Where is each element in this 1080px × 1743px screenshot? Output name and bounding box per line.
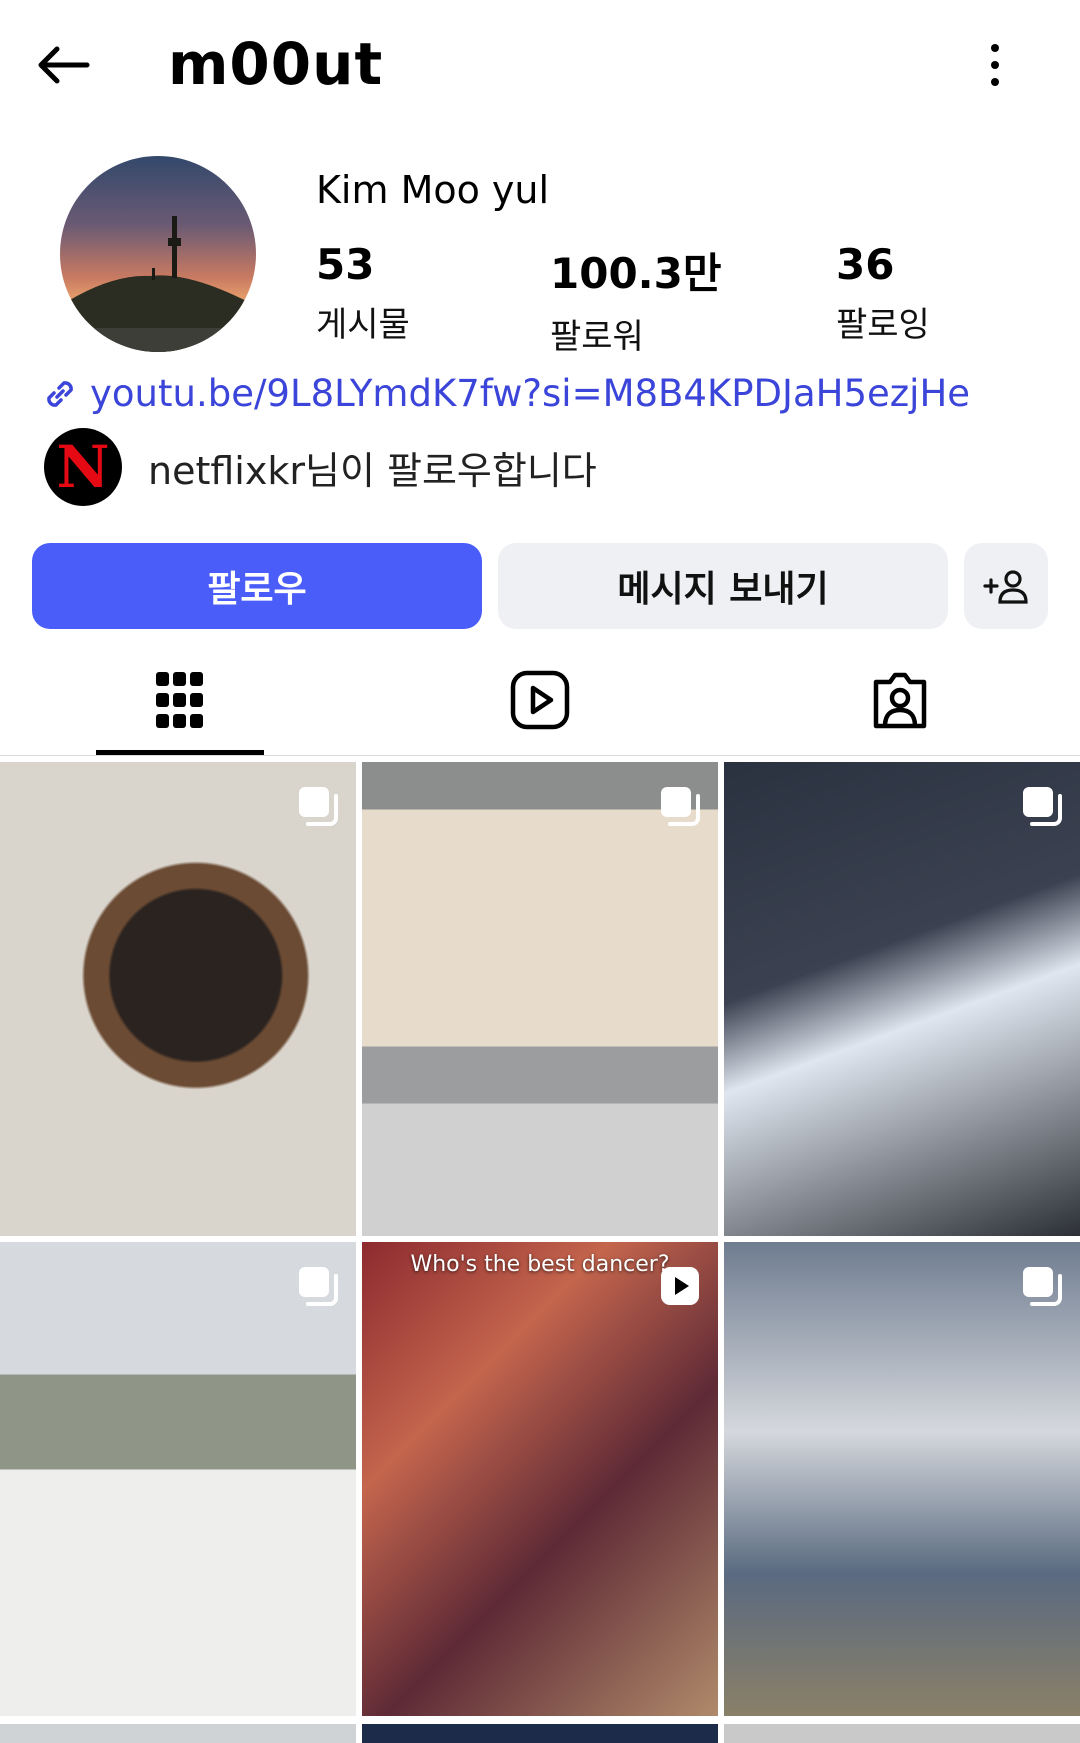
carousel-icon	[299, 787, 338, 826]
back-arrow-icon	[38, 46, 90, 84]
stat-followers-label: 팔로워	[550, 317, 644, 357]
back-button[interactable]	[30, 38, 96, 92]
post-tile[interactable]	[724, 1242, 1080, 1716]
avatar-image	[60, 216, 256, 352]
post-tile[interactable]	[362, 762, 718, 1236]
add-person-icon	[983, 570, 1028, 604]
link-icon	[47, 380, 73, 407]
tagged-icon	[873, 672, 927, 729]
follow-button[interactable]: 팔로우	[32, 543, 482, 629]
post-tile[interactable]	[0, 762, 356, 1236]
stat-posts[interactable]: 53 게시물	[316, 240, 410, 346]
stat-posts-label: 게시물	[316, 305, 410, 345]
stat-followers[interactable]: 100.3만 팔로워	[550, 240, 722, 358]
netflix-logo-icon: N	[56, 433, 110, 501]
suggested-users-button[interactable]	[964, 543, 1048, 629]
mutual-follower-suffix: 님이 팔로우합니다	[304, 448, 597, 493]
top-bar: m00ut	[0, 0, 1080, 130]
stat-following-count: 36	[836, 240, 895, 289]
profile-username: m00ut	[168, 30, 384, 98]
post-tile[interactable]	[724, 762, 1080, 1236]
grid-icon	[156, 672, 203, 728]
mutual-followers[interactable]: N netflixkr님이 팔로우합니다	[44, 428, 597, 506]
carousel-icon	[1023, 787, 1062, 826]
post-tile-partial[interactable]	[724, 1724, 1080, 1743]
active-tab-indicator	[96, 750, 264, 755]
posts-grid: Who's the best dancer?	[0, 762, 1080, 1743]
bio-link[interactable]: youtu.be/9L8LYmdK7fw?si=M8B4KPDJaH5ezjHe	[40, 372, 970, 415]
more-dots-icon	[991, 44, 999, 52]
carousel-icon	[1023, 1267, 1062, 1306]
stat-posts-count: 53	[316, 240, 375, 289]
post-tile-partial[interactable]	[362, 1724, 718, 1743]
profile-tabs	[0, 650, 1080, 756]
reel-icon	[661, 1267, 699, 1305]
bio-link-text: youtu.be/9L8LYmdK7fw?si=M8B4KPDJaH5ezjHe	[90, 372, 971, 415]
stat-following[interactable]: 36 팔로잉	[836, 240, 930, 346]
carousel-icon	[299, 1267, 338, 1306]
mutual-follower-name: netflixkr	[148, 448, 305, 493]
tab-tagged[interactable]	[850, 660, 950, 740]
profile-full-name: Kim Moo yul	[316, 168, 550, 212]
more-dot	[991, 61, 999, 69]
more-options-button[interactable]	[975, 38, 1015, 92]
post-tile[interactable]: Who's the best dancer?	[362, 1242, 718, 1716]
mutual-followers-text: netflixkr님이 팔로우합니다	[148, 440, 597, 495]
stat-following-label: 팔로잉	[836, 305, 930, 345]
post-tile-partial[interactable]	[0, 1724, 356, 1743]
message-button[interactable]: 메시지 보내기	[498, 543, 948, 629]
mutual-follower-avatar: N	[44, 428, 122, 506]
carousel-icon	[661, 787, 700, 826]
reels-icon	[510, 670, 570, 730]
tab-reels[interactable]	[490, 660, 590, 740]
tab-posts-grid[interactable]	[130, 660, 230, 740]
more-dot	[991, 78, 999, 86]
post-tile[interactable]	[0, 1242, 356, 1716]
profile-avatar[interactable]	[60, 156, 256, 352]
stat-followers-count: 100.3만	[550, 249, 722, 298]
